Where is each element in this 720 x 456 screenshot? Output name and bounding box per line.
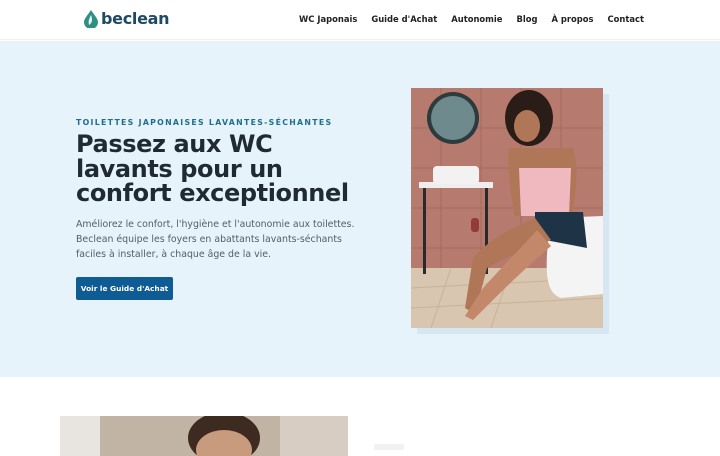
hero-section	[0, 41, 720, 377]
nav-link-contact[interactable]: Contact	[608, 14, 645, 24]
decorative-mark	[374, 444, 404, 450]
nav-link-wc-japonais[interactable]: WC Japonais	[299, 14, 357, 24]
second-section-image	[60, 416, 348, 456]
hero-title: Passez aux WC lavants pour un confort ex…	[76, 130, 349, 207]
woman-on-toilet-image	[411, 88, 603, 328]
brand-logo[interactable]: beclean	[84, 9, 170, 28]
nav-link-guide-achat[interactable]: Guide d'Achat	[371, 14, 437, 24]
brand-name: beclean	[101, 9, 170, 28]
nav-link-blog[interactable]: Blog	[516, 14, 537, 24]
hero-description: Améliorez le confort, l'hygiène et l'aut…	[76, 219, 355, 260]
man-portrait-image	[60, 416, 348, 456]
water-drop-leaf-icon	[84, 9, 98, 28]
nav-link-a-propos[interactable]: À propos	[551, 14, 593, 24]
hero-photo	[411, 88, 603, 328]
site-header: beclean WC Japonais Guide d'Achat Autono…	[0, 0, 720, 40]
hero-eyebrow: TOILETTES JAPONAISES LAVANTES-SÉCHANTES	[76, 118, 333, 127]
nav-link-autonomie[interactable]: Autonomie	[451, 14, 502, 24]
buying-guide-button[interactable]: Voir le Guide d'Achat	[76, 277, 173, 300]
main-navigation: WC Japonais Guide d'Achat Autonomie Blog…	[299, 14, 644, 24]
